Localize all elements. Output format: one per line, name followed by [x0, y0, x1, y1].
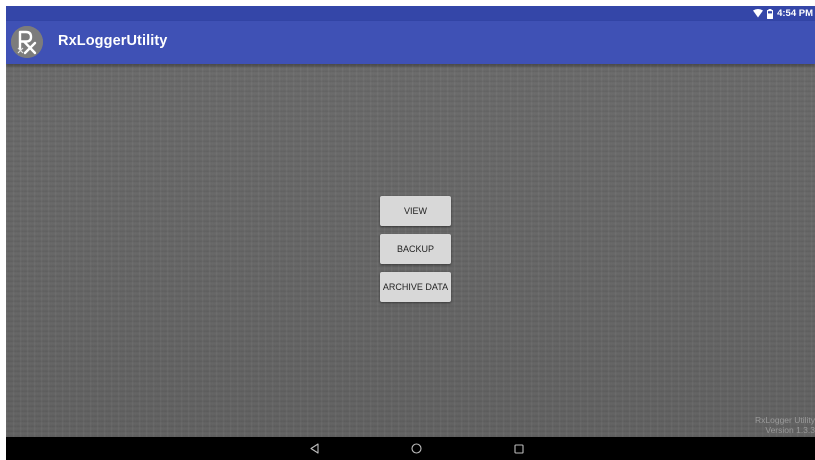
app-bar: RxLoggerUtility [6, 21, 815, 64]
version-info: RxLogger Utility Version 1.3.3 [755, 415, 815, 435]
wifi-icon [753, 9, 764, 18]
version-label: Version 1.3.3 [765, 425, 815, 435]
recents-icon[interactable] [504, 437, 534, 460]
view-button[interactable]: VIEW [380, 196, 451, 226]
archive-data-button[interactable]: ARCHIVE DATA [380, 272, 451, 302]
navigation-bar [6, 437, 815, 460]
status-icons: 4:54 PM [753, 7, 813, 20]
clock: 4:54 PM [777, 8, 813, 19]
rx-logo-icon [11, 26, 43, 58]
app-name-label: RxLogger Utility [755, 415, 815, 425]
battery-icon [767, 8, 774, 19]
main-content: VIEW BACKUP ARCHIVE DATA RxLogger Utilit… [6, 64, 815, 437]
back-icon[interactable] [299, 437, 329, 460]
app-title: RxLoggerUtility [58, 33, 168, 49]
backup-button[interactable]: BACKUP [380, 234, 451, 264]
device-screen: 4:54 PM RxLoggerUtility VIEW BACKUP ARCH… [6, 6, 815, 460]
status-bar: 4:54 PM [6, 6, 815, 21]
home-icon[interactable] [401, 437, 431, 460]
